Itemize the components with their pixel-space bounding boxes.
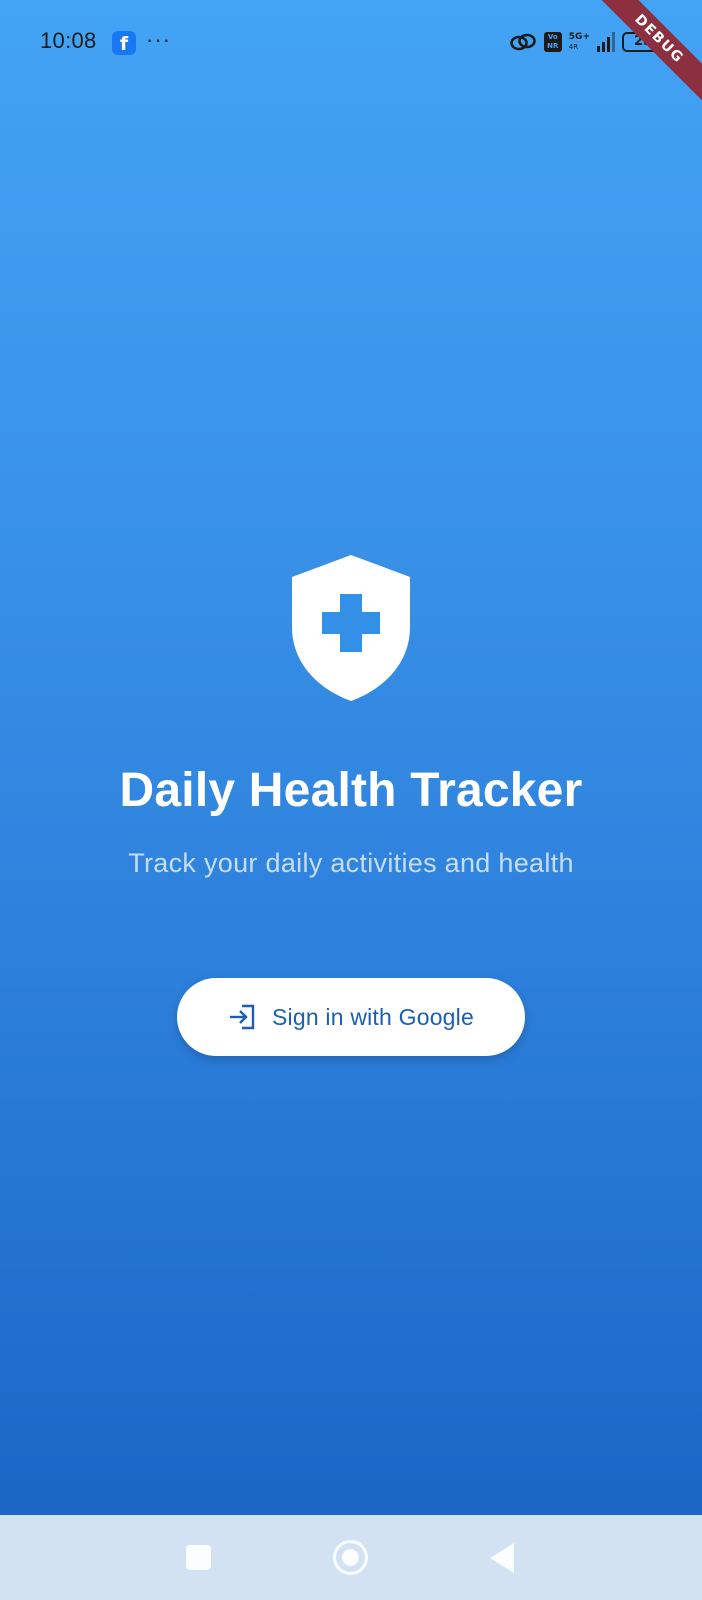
recents-square-icon[interactable] xyxy=(186,1545,211,1570)
network-sub: 4R xyxy=(568,43,579,51)
login-icon xyxy=(228,1004,256,1030)
vonr-top: Vo xyxy=(547,33,558,41)
shield-plus-icon xyxy=(290,553,412,703)
status-time: 10:08 xyxy=(40,28,97,53)
system-navigation-bar xyxy=(0,1515,702,1600)
sign-in-label: Sign in with Google xyxy=(272,1003,474,1030)
sign-in-with-google-button[interactable]: Sign in with Google xyxy=(177,978,525,1056)
network-type: 5G+ xyxy=(568,32,590,42)
more-notifications-icon: ··· xyxy=(146,27,171,52)
signal-strength-icon xyxy=(597,32,615,52)
app-title: Daily Health Tracker xyxy=(119,764,583,817)
login-screen: 10:08 f ··· Vo NR 5G+ 4R DEBUG Daily Hea… xyxy=(0,0,702,1600)
vonr-bottom: NR xyxy=(547,42,559,50)
back-triangle-icon[interactable] xyxy=(490,1543,514,1573)
status-bar: 10:08 f ··· Vo NR 5G+ 4R xyxy=(0,0,702,86)
link-icon xyxy=(509,31,537,53)
vonr-icon: Vo NR xyxy=(543,32,562,52)
network-indicator: 5G+ 4R xyxy=(569,32,590,52)
home-circle-icon[interactable] xyxy=(333,1540,368,1575)
app-subtitle: Track your daily activities and health xyxy=(128,848,574,878)
facebook-notification-icon: f xyxy=(112,31,136,55)
